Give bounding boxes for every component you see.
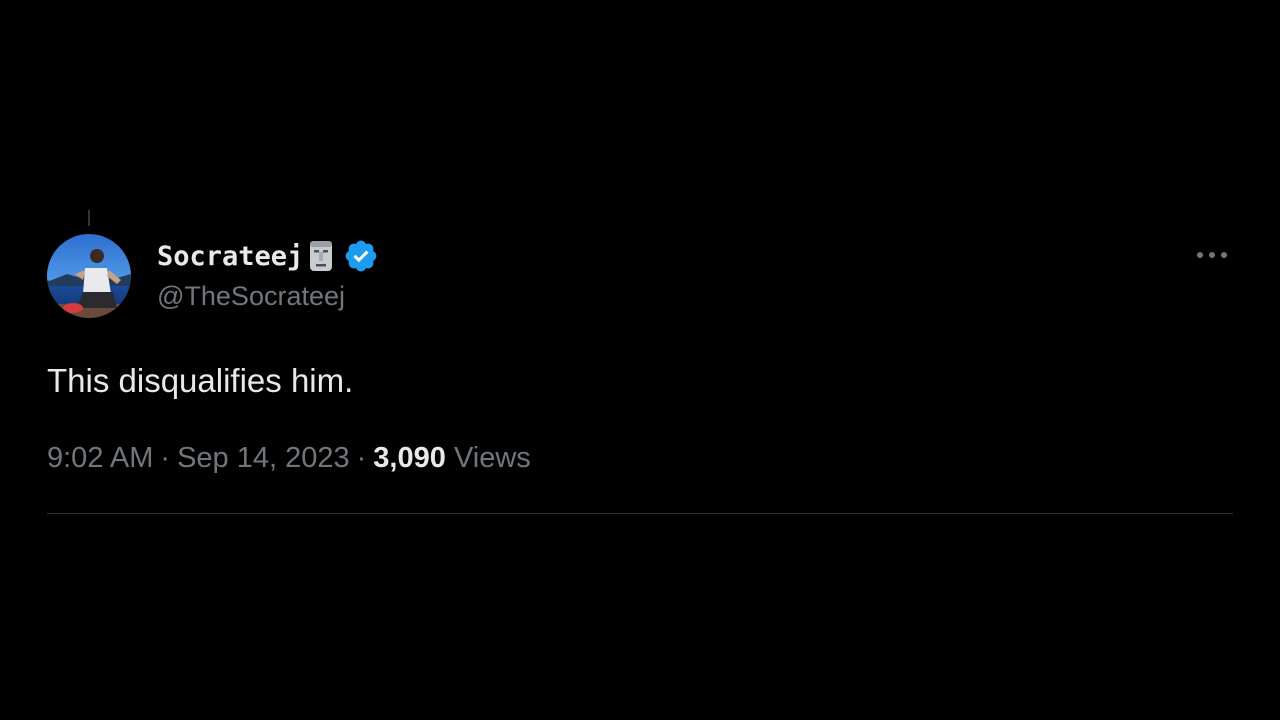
- author-name-text: Socrateej: [157, 240, 304, 272]
- meta-separator: ·: [160, 442, 171, 474]
- views-label: Views: [453, 442, 531, 474]
- divider: [47, 513, 1233, 514]
- author-handle[interactable]: @TheSocrateej: [157, 281, 345, 312]
- views-count[interactable]: 3,090: [373, 442, 446, 474]
- thread-connector-line: [88, 210, 90, 226]
- more-options-button[interactable]: [1190, 240, 1234, 270]
- avatar-image: [47, 234, 131, 318]
- avatar[interactable]: [47, 234, 131, 318]
- tweet-date[interactable]: Sep 14, 2023: [177, 442, 350, 474]
- moai-icon: [310, 241, 333, 271]
- meta-separator: ·: [356, 442, 367, 474]
- more-horizontal-icon: [1197, 252, 1227, 258]
- verified-badge-icon: [345, 240, 377, 272]
- author-display-name[interactable]: Socrateej: [157, 238, 379, 274]
- tweet-metadata: 9:02 AM · Sep 14, 2023 · 3,090 Views: [47, 442, 531, 475]
- tweet-time[interactable]: 9:02 AM: [47, 442, 153, 474]
- tweet-text: This disqualifies him.: [47, 362, 354, 399]
